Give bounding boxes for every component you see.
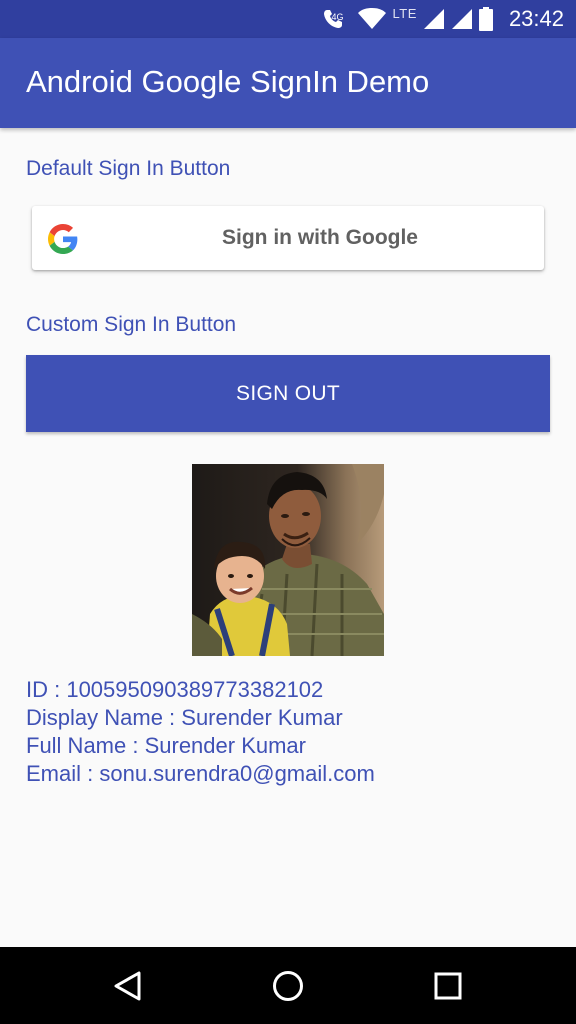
custom-sign-in-label: Custom Sign In Button	[26, 313, 237, 336]
cell-signal-icon	[451, 8, 473, 30]
cell-signal-icon	[423, 8, 445, 30]
sign-out-label: SIGN OUT	[236, 382, 340, 405]
wifi-call-icon: 4G	[321, 6, 351, 32]
sign-out-button[interactable]: SIGN OUT	[26, 355, 550, 432]
recents-icon[interactable]	[431, 969, 465, 1003]
network-badge: 4G	[331, 12, 344, 22]
profile-display-name: Display Name : Surender Kumar	[26, 705, 343, 730]
lte-label: LTE	[392, 5, 417, 21]
status-time: 23:42	[508, 6, 564, 31]
profile-id: ID : 100595090389773382102	[26, 677, 324, 702]
profile-email: Email : sonu.surendra0@gmail.com	[26, 761, 375, 786]
home-icon[interactable]	[271, 969, 305, 1003]
battery-icon	[478, 7, 493, 31]
google-sign-in-button[interactable]: Sign in with Google	[32, 206, 544, 270]
default-sign-in-label: Default Sign In Button	[26, 157, 231, 180]
profile-full-name: Full Name : Surender Kumar	[26, 733, 306, 758]
wifi-icon	[357, 7, 387, 31]
back-icon[interactable]	[111, 969, 145, 1003]
app-title: Android Google SignIn Demo	[26, 64, 430, 99]
status-icons: 4G LTE 23:42	[321, 0, 564, 38]
profile-photo	[192, 464, 384, 656]
app-bar: Android Google SignIn Demo	[0, 38, 576, 128]
screen: 4G LTE 23:42 Android Google SignIn Demo …	[0, 0, 576, 1024]
status-bar: 4G LTE 23:42	[0, 0, 576, 38]
navigation-bar	[0, 947, 576, 1024]
google-sign-in-label: Sign in with Google	[222, 226, 418, 249]
